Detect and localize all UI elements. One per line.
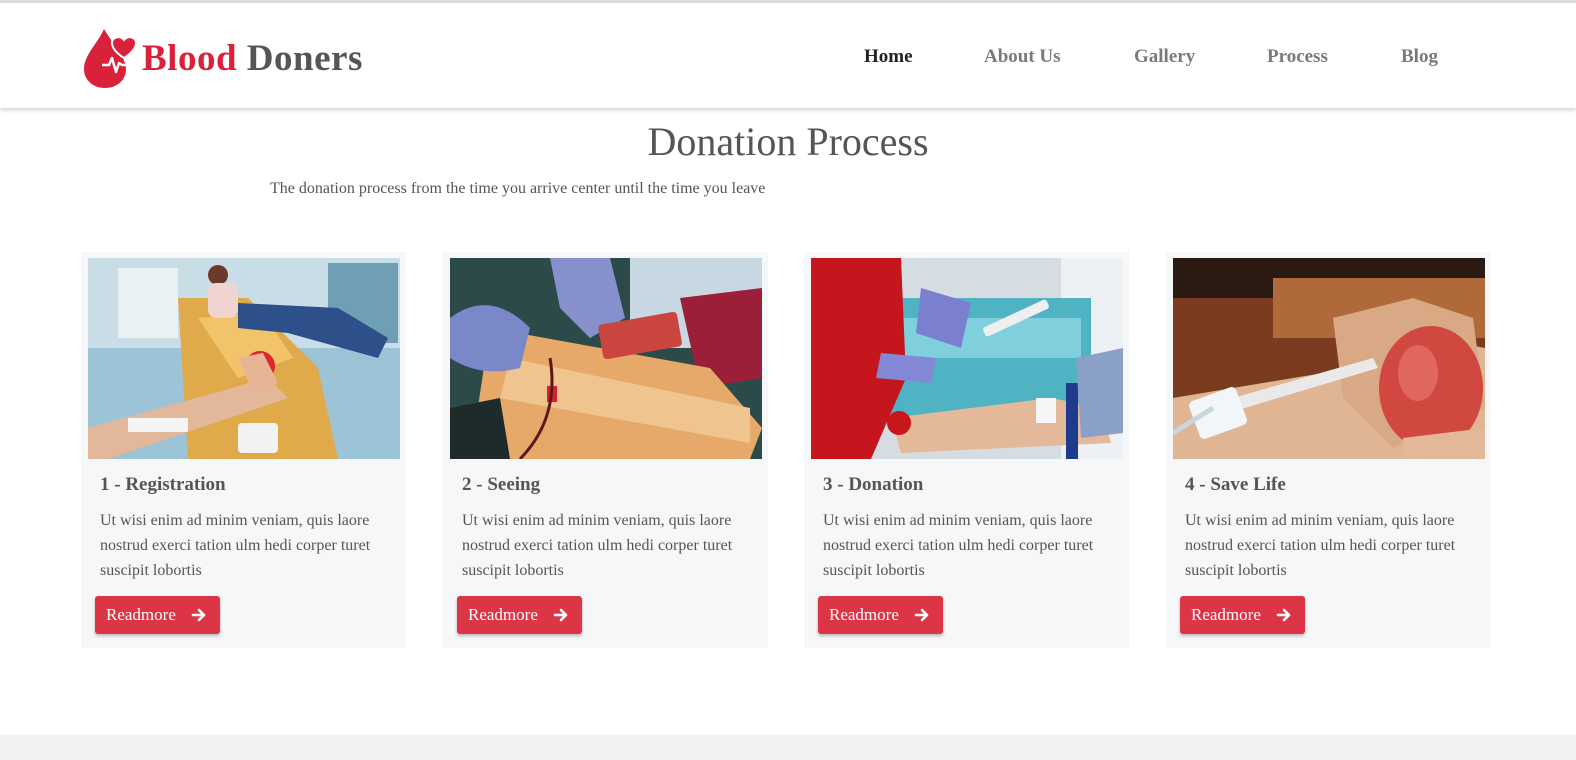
- navbar: Blood Doners Home About Us Gallery Proce…: [0, 3, 1576, 108]
- arrow-right-icon: [191, 608, 206, 622]
- footer-strip: [0, 735, 1576, 760]
- process-card-seeing: 2 - Seeing Ut wisi enim ad minim veniam,…: [443, 252, 768, 648]
- card-text-seeing: Ut wisi enim ad minim veniam, quis laore…: [462, 512, 733, 579]
- card-title-seeing: 2 - Seeing: [462, 474, 541, 495]
- card-image-donation: [811, 258, 1123, 459]
- arrow-right-icon: [553, 608, 568, 622]
- card-image-save-life: [1173, 258, 1485, 459]
- process-card-registration: 1 - Registration Ut wisi enim ad minim v…: [81, 252, 406, 648]
- card-title-donation: 3 - Donation: [823, 474, 924, 495]
- card-text-donation: Ut wisi enim ad minim veniam, quis laore…: [823, 512, 1094, 579]
- main-nav: Home About Us Gallery Process Blog: [0, 3, 1576, 108]
- readmore-label: Readmore: [468, 605, 538, 624]
- page-subtitle: The donation process from the time you a…: [270, 180, 766, 197]
- arrow-right-icon: [914, 608, 929, 622]
- nav-home[interactable]: Home: [864, 46, 913, 68]
- page-title: Donation Process: [647, 119, 929, 164]
- card-image-seeing: [450, 258, 762, 459]
- readmore-label: Readmore: [106, 605, 176, 624]
- card-text-save-life: Ut wisi enim ad minim veniam, quis laore…: [1185, 512, 1456, 579]
- readmore-button-registration[interactable]: Readmore: [95, 596, 220, 634]
- nav-about-us[interactable]: About Us: [984, 46, 1061, 68]
- card-title-save-life: 4 - Save Life: [1185, 474, 1286, 495]
- card-title-registration: 1 - Registration: [100, 474, 226, 495]
- arrow-right-icon: [1276, 608, 1291, 622]
- card-image-registration: [88, 258, 400, 459]
- nav-blog[interactable]: Blog: [1401, 46, 1438, 68]
- process-card-save-life: 4 - Save Life Ut wisi enim ad minim veni…: [1166, 252, 1491, 648]
- readmore-label: Readmore: [829, 605, 899, 624]
- readmore-button-seeing[interactable]: Readmore: [457, 596, 582, 634]
- readmore-label: Readmore: [1191, 605, 1261, 624]
- nav-gallery[interactable]: Gallery: [1134, 46, 1195, 68]
- nav-process[interactable]: Process: [1267, 46, 1328, 68]
- readmore-button-donation[interactable]: Readmore: [818, 596, 943, 634]
- process-card-donation: 3 - Donation Ut wisi enim ad minim venia…: [804, 252, 1129, 648]
- card-text-registration: Ut wisi enim ad minim veniam, quis laore…: [100, 512, 371, 579]
- readmore-button-save-life[interactable]: Readmore: [1180, 596, 1305, 634]
